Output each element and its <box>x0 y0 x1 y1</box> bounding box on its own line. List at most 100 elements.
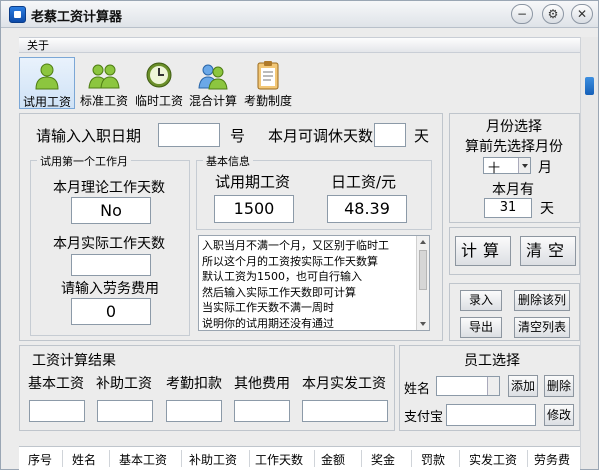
chevron-down-icon[interactable] <box>518 158 530 173</box>
day-unit-label: 号 <box>230 127 246 145</box>
export-button[interactable]: 导出 <box>460 317 502 338</box>
column-divider <box>411 450 412 467</box>
tab-attendance[interactable]: 考勤制度 <box>241 57 295 109</box>
tab-temp-wage[interactable]: 临时工资 <box>133 57 185 109</box>
basic-info-group: 基本信息 试用期工资 日工资/元 1500 48.39 <box>196 153 432 230</box>
settings-button[interactable]: ⚙ <box>542 4 564 24</box>
table-header-cell[interactable]: 补助工资 <box>189 451 237 468</box>
clear-button[interactable]: 清空 <box>520 236 576 266</box>
people-group-icon <box>88 60 120 90</box>
table-header-cell[interactable]: 工作天数 <box>255 451 303 468</box>
clock-icon <box>143 60 175 90</box>
close-button[interactable]: ✕ <box>571 4 593 24</box>
table-header-cell[interactable]: 序号 <box>28 451 52 468</box>
tab-label: 混合计算 <box>188 94 237 108</box>
off-days-label: 本月可调休天数 <box>268 127 374 145</box>
note-line: 当实际工作天数不满一周时 <box>202 301 334 314</box>
scrollbar-thumb[interactable] <box>585 77 594 95</box>
minimize-button[interactable]: − <box>511 4 533 24</box>
days-unit: 天 <box>540 201 554 217</box>
labor-fee-label: 请输入劳务费用 <box>61 281 159 297</box>
column-divider <box>361 450 362 467</box>
record-button[interactable]: 录入 <box>460 290 502 311</box>
employee-name-select[interactable] <box>436 376 500 396</box>
result-col-label: 本月实发工资 <box>302 376 386 392</box>
column-divider <box>62 450 63 467</box>
table-header-cell[interactable]: 劳务费 <box>534 451 570 468</box>
note-line: 默认工资为1500，也可自行输入 <box>202 270 362 283</box>
daily-wage-field: 48.39 <box>327 195 407 223</box>
app-window: 老蔡工资计算器 − ⚙ ✕ 关于 试用工资 标准工资 临时工资 混合计算 考勤制… <box>0 0 599 470</box>
tab-label: 临时工资 <box>134 94 183 108</box>
column-divider <box>109 450 110 467</box>
labor-fee-input[interactable]: 0 <box>71 298 151 325</box>
tab-label: 试用工资 <box>22 95 71 109</box>
actual-days-input[interactable] <box>71 254 151 276</box>
delete-employee-button[interactable]: 删除 <box>544 375 574 397</box>
calculate-button[interactable]: 计算 <box>455 236 511 266</box>
off-days-input[interactable] <box>374 123 406 147</box>
employee-panel: 员工选择 姓名 添加 删除 支付宝 修改 <box>399 345 580 431</box>
tab-label: 标准工资 <box>79 94 128 108</box>
column-divider <box>249 450 250 467</box>
trial-wage-input[interactable]: 1500 <box>214 195 294 223</box>
subsidy-field <box>97 400 153 422</box>
toolbar: 试用工资 标准工资 临时工资 混合计算 考勤制度 <box>19 55 581 111</box>
column-divider <box>527 450 528 467</box>
table-header-cell[interactable]: 罚款 <box>421 451 445 468</box>
modify-button[interactable]: 修改 <box>544 404 574 426</box>
scroll-up-icon[interactable] <box>420 240 426 244</box>
first-month-group-title: 试用第一个工作月 <box>37 153 131 169</box>
delete-row-button[interactable]: 删除该列 <box>514 290 570 311</box>
calc-panel: 计算 清空 <box>449 227 580 275</box>
days-label: 本月有 <box>492 182 534 198</box>
chevron-down-icon[interactable] <box>487 377 499 395</box>
wage-table-header: 序号 姓名 基本工资 补助工资 工作天数 金额 奖金 罚款 实发工资 劳务费 <box>19 446 580 470</box>
table-header-cell[interactable]: 金额 <box>321 451 345 468</box>
single-person-icon <box>31 61 63 91</box>
employee-title: 员工选择 <box>464 353 520 369</box>
tab-label: 考勤制度 <box>243 94 292 108</box>
column-divider <box>314 450 315 467</box>
month-select[interactable]: 十 <box>483 157 531 175</box>
alipay-label: 支付宝 <box>404 410 444 425</box>
result-col-label: 补助工资 <box>96 376 152 392</box>
tab-standard-wage[interactable]: 标准工资 <box>77 57 131 109</box>
scroll-down-icon[interactable] <box>420 322 426 326</box>
clear-list-button[interactable]: 清空列表 <box>514 317 570 338</box>
result-panel: 工资计算结果 基本工资 补助工资 考勤扣款 其他费用 本月实发工资 <box>19 345 395 431</box>
table-header-cell[interactable]: 实发工资 <box>469 451 517 468</box>
add-employee-button[interactable]: 添加 <box>508 375 538 397</box>
month-days-field: 31 <box>484 198 532 218</box>
basic-info-group-title: 基本信息 <box>203 153 253 169</box>
name-label: 姓名 <box>404 382 431 397</box>
note-line: 然后输入实际工作天数即可计算 <box>202 285 356 299</box>
window-title: 老蔡工资计算器 <box>31 10 123 25</box>
first-month-group: 试用第一个工作月 本月理论工作天数 No 本月实际工作天数 请输入劳务费用 0 <box>30 153 190 336</box>
list-panel: 录入 删除该列 导出 清空列表 <box>449 283 580 341</box>
theory-days-label: 本月理论工作天数 <box>53 180 165 196</box>
tab-trial-wage[interactable]: 试用工资 <box>19 57 75 109</box>
window-scrollbar[interactable] <box>580 37 598 469</box>
trial-wage-panel: 请输入入职日期 号 本月可调休天数 天 试用第一个工作月 本月理论工作天数 No… <box>19 113 443 341</box>
trial-wage-label: 试用期工资 <box>215 173 291 191</box>
tab-mixed-calc[interactable]: 混合计算 <box>187 57 239 109</box>
month-select-value: 十 <box>488 161 501 175</box>
clipboard-icon <box>252 60 284 90</box>
note-line: 说明你的试用期还没有通过 <box>202 316 334 330</box>
result-title: 工资计算结果 <box>32 350 116 370</box>
menu-bar: 关于 <box>19 37 581 53</box>
notes-scroll-thumb[interactable] <box>419 250 427 290</box>
menu-about[interactable]: 关于 <box>27 39 49 52</box>
theory-days-field: No <box>71 197 151 224</box>
other-fee-field <box>234 400 290 422</box>
entry-date-input[interactable] <box>158 123 220 147</box>
notes-scrollbar[interactable] <box>416 236 429 330</box>
result-col-label: 其他费用 <box>234 376 290 392</box>
notes-textarea[interactable]: 入职当月不满一个月，又区别于临时工 所以这个月的工资按实际工作天数算 默认工资为… <box>198 235 430 331</box>
alipay-input[interactable] <box>446 404 536 426</box>
table-header-cell[interactable]: 基本工资 <box>119 451 167 468</box>
actual-days-label: 本月实际工作天数 <box>53 236 165 252</box>
table-header-cell[interactable]: 奖金 <box>371 451 395 468</box>
table-header-cell[interactable]: 姓名 <box>72 451 96 468</box>
